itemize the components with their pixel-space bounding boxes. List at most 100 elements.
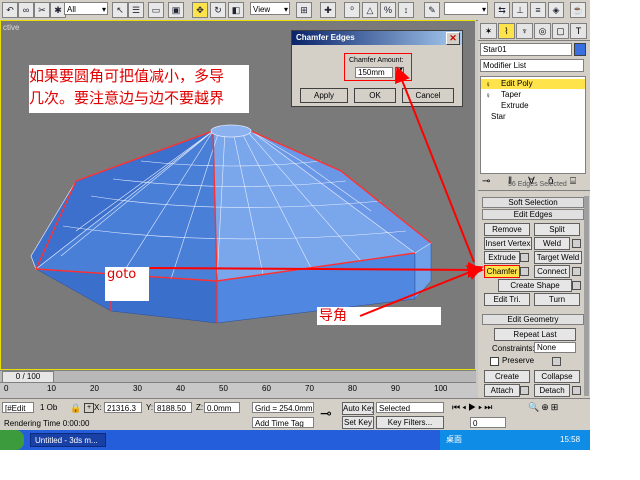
unlink-icon[interactable]: ✂ [34,2,50,18]
x-coordinate-field[interactable]: 21316.3 [104,402,142,413]
turn-button[interactable]: Turn [534,293,580,306]
connect-button[interactable]: Connect [534,265,570,278]
z-coordinate-field[interactable]: 0.0mm [204,402,240,413]
playback-controls[interactable]: ⏮◂▶▸⏭ [452,402,494,413]
display-tab-icon[interactable]: ▢ [552,23,569,39]
stack-item-star[interactable]: Star [481,112,585,122]
angle-snap-icon[interactable]: △ [362,2,378,18]
z-label: Z: [196,403,204,412]
set-key-button[interactable]: Set Key [342,416,374,429]
remove-button[interactable]: Remove [484,223,530,236]
track-bar[interactable]: 0 10 20 30 40 50 60 70 80 90 100 [0,382,476,399]
region-select-icon[interactable]: ▭ [148,2,164,18]
weld-settings-icon[interactable] [572,239,581,248]
extrude-settings-icon[interactable] [520,253,529,262]
named-selection-select[interactable] [444,2,488,16]
percent-snap-icon[interactable]: % [380,2,396,18]
align-icon[interactable]: ⊥ [512,2,528,18]
reference-coordinate-select[interactable]: View [250,2,290,16]
spinner-snap-icon[interactable]: ↕ [398,2,414,18]
configure-sets-icon[interactable]: ⌸ [570,176,576,187]
maxscript-listener-field[interactable]: [#Edit_ [2,402,34,413]
layer-icon[interactable]: ≡ [530,2,546,18]
create-button[interactable]: Create [484,370,530,383]
desktop-label[interactable]: 桌面 [446,434,462,445]
y-coordinate-field[interactable]: 8188.50 [154,402,192,413]
detach-button[interactable]: Detach [534,384,570,397]
key-icon[interactable]: ⊸ [320,405,332,422]
selection-filter-select[interactable]: All [64,2,108,16]
rotate-icon[interactable]: ↻ [210,2,226,18]
window-crossing-icon[interactable]: ▣ [168,2,184,18]
soft-selection-rollout[interactable]: Soft Selection [482,197,584,208]
viewport-navigation-icons[interactable]: 🔍⊕⊞ [528,402,560,413]
lightbulb-icon[interactable]: ♀ [485,80,491,89]
utilities-tab-icon[interactable]: T [570,23,587,39]
scale-icon[interactable]: ◧ [228,2,244,18]
extrude-button[interactable]: Extrude [484,251,520,264]
create-tab-icon[interactable]: ✶ [480,23,497,39]
edit-edges-rollout[interactable]: Edit Edges [482,209,584,220]
ok-button[interactable]: OK [354,88,396,103]
preserve-checkbox[interactable] [490,357,499,366]
hierarchy-tab-icon[interactable]: ♆ [516,23,533,39]
preserve-settings-icon[interactable] [552,357,561,366]
close-icon[interactable]: ✕ [446,32,460,45]
apply-button[interactable]: Apply [300,88,348,103]
create-shape-button[interactable]: Create Shape [498,279,572,292]
detach-settings-icon[interactable] [572,386,581,395]
weld-button[interactable]: Weld [534,237,570,250]
constraints-select[interactable]: None [534,342,576,353]
command-panel-scrollbar[interactable] [584,196,589,396]
taskbar-item-3dsmax[interactable]: Untitled - 3ds m... [30,433,106,447]
auto-key-button[interactable]: Auto Key [342,402,374,415]
annotation-chamfer: 导角 [317,307,441,325]
snap-icon[interactable]: ⁰ [344,2,360,18]
chamfer-settings-icon[interactable] [520,267,529,276]
edit-geometry-rollout[interactable]: Edit Geometry [482,314,584,325]
target-weld-button[interactable]: Target Weld [534,251,582,264]
current-frame-field[interactable]: 0 [470,417,506,428]
lightbulb-icon[interactable]: ♀ [485,91,491,100]
mirror-icon[interactable]: ⇆ [494,2,510,18]
chamfer-amount-input[interactable]: 150mm [355,67,393,78]
insert-vertex-button[interactable]: Insert Vertex [484,237,532,250]
stack-item-taper[interactable]: Taper [481,90,585,100]
stack-item-extrude[interactable]: Extrude [481,101,585,111]
undo-icon[interactable]: ↶ [2,2,18,18]
key-mode-select[interactable]: Selected [376,402,444,413]
add-time-tag-field[interactable]: Add Time Tag [252,417,314,428]
chamfer-amount-spinner[interactable]: ▴▾ [395,67,404,80]
modifier-list-select[interactable]: Modifier List [480,59,584,72]
edit-tri-button[interactable]: Edit Tri. [484,293,530,306]
attach-settings-icon[interactable] [520,386,529,395]
select-by-name-icon[interactable]: ☰ [128,2,144,18]
collapse-button[interactable]: Collapse [534,370,580,383]
panel-divider [478,190,590,191]
motion-tab-icon[interactable]: ◎ [534,23,551,39]
material-editor-icon[interactable]: ◈ [548,2,564,18]
create-shape-settings-icon[interactable] [572,281,581,290]
cancel-button[interactable]: Cancel [402,88,454,103]
chamfer-button[interactable]: Chamfer [484,265,520,278]
move-icon[interactable]: ✥ [192,2,208,18]
object-color-swatch[interactable] [574,43,586,56]
connect-settings-icon[interactable] [572,267,581,276]
attach-button[interactable]: Attach [484,384,520,397]
modify-tab-icon[interactable]: ⌇ [498,23,515,39]
render-icon[interactable]: ☕ [570,2,586,18]
named-selection-icon[interactable]: ✎ [424,2,440,18]
key-filters-button[interactable]: Key Filters... [376,416,444,429]
select-arrow-icon[interactable]: ↖ [112,2,128,18]
stack-item-edit-poly[interactable]: Edit Poly [481,79,585,89]
split-button[interactable]: Split [534,223,580,236]
object-name-field[interactable]: Star01 [480,43,572,56]
absolute-mode-icon[interactable]: + [84,403,94,413]
lock-selection-icon[interactable]: 🔒 [70,403,81,414]
pin-stack-icon[interactable]: ⊸ [482,176,490,187]
select-manipulate-icon[interactable]: ✚ [320,2,336,18]
start-button[interactable] [0,430,24,450]
repeat-last-button[interactable]: Repeat Last [494,328,576,341]
link-icon[interactable]: ∞ [18,2,34,18]
pivot-icon[interactable]: ⊞ [296,2,312,18]
